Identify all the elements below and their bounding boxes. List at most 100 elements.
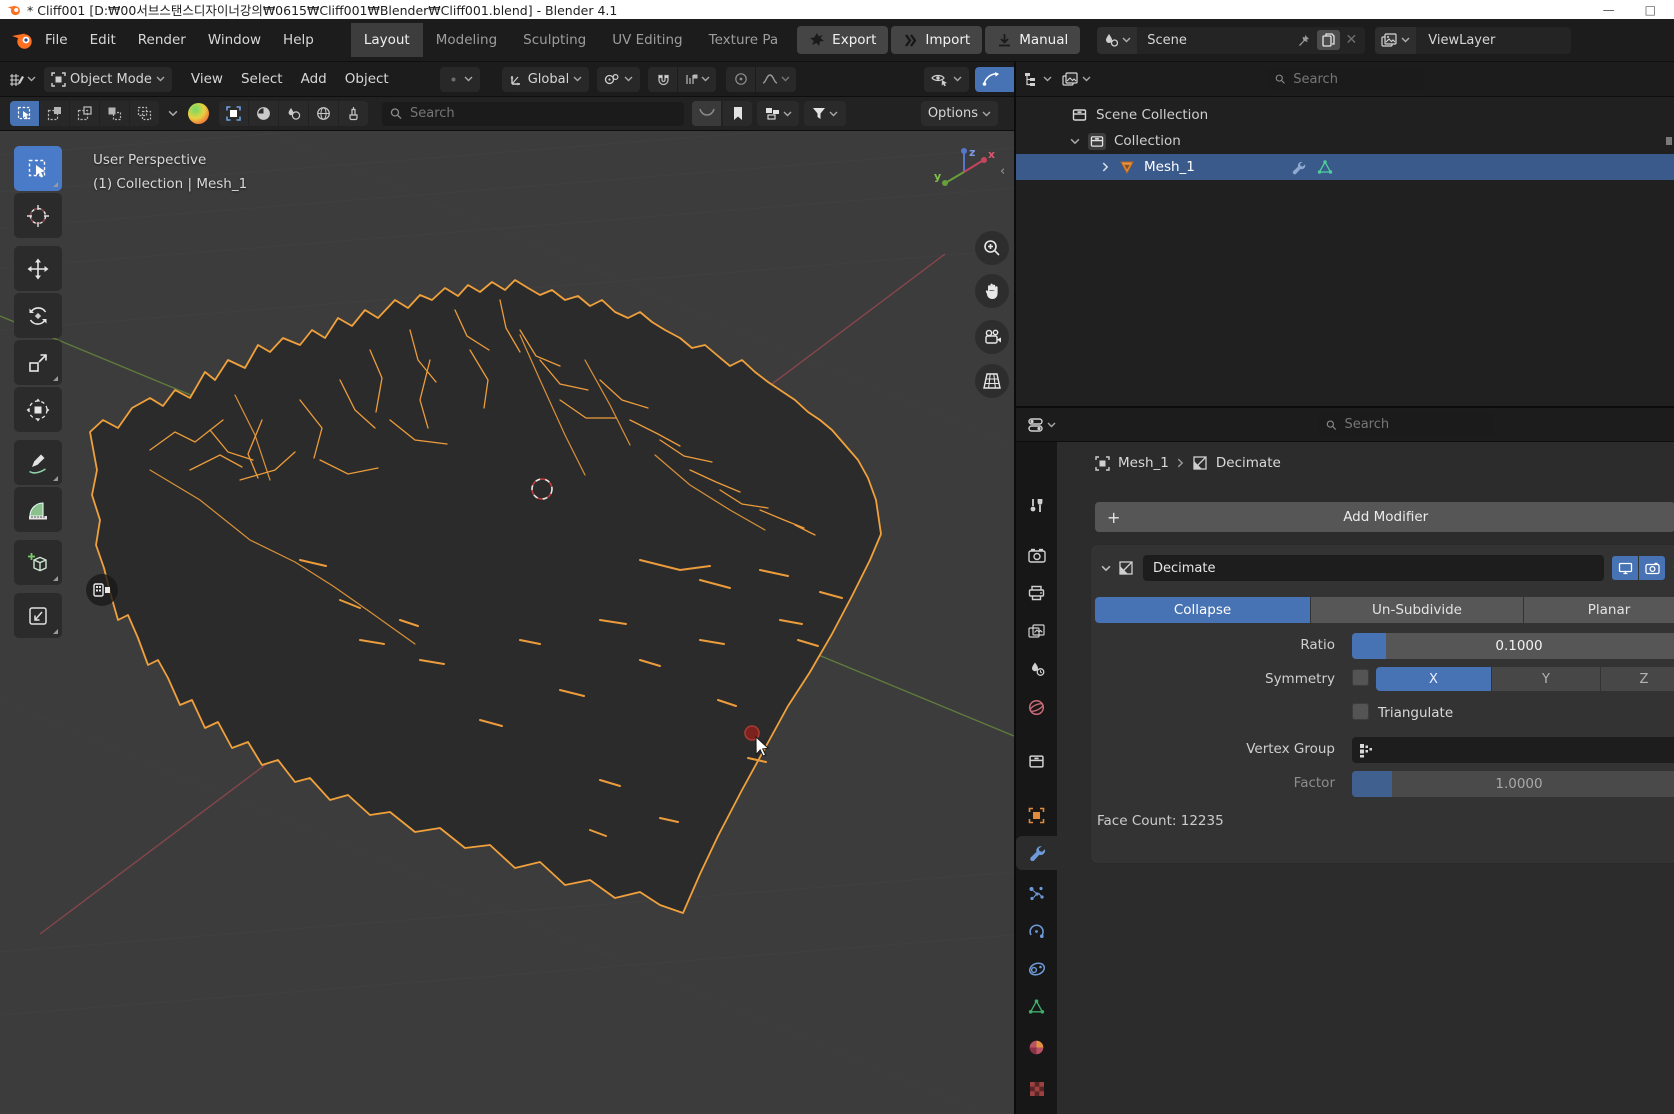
vertex-group-field[interactable] [1352,737,1674,763]
options-dropdown[interactable]: Options [921,101,998,126]
tool-options-chevron-icon[interactable] [168,110,178,117]
viewlayer-dropdown[interactable] [1375,27,1416,54]
mode-dropdown[interactable]: Object Mode [44,67,172,92]
show-in-viewport-toggle[interactable] [1612,556,1638,580]
axis-x-button[interactable]: X [1376,667,1491,691]
search-input[interactable] [408,105,676,122]
pin-icon[interactable] [1296,33,1311,48]
tool-cursor[interactable] [14,193,62,238]
collection-visibility-dropdown[interactable] [757,101,799,126]
zoom-button[interactable] [975,231,1009,265]
modifier-name-field[interactable]: Decimate [1143,555,1604,581]
outliner-search-input[interactable] [1291,71,1415,88]
outliner-editor-type-button[interactable] [1024,72,1052,87]
tab-world[interactable] [1016,690,1057,724]
panel-expand-chevron-icon[interactable] [1101,565,1111,572]
snap-target-dropdown[interactable] [678,67,716,92]
tab-constraints[interactable] [1016,952,1057,986]
menu-help[interactable]: Help [272,26,325,54]
tool-annotate[interactable] [14,440,62,485]
new-scene-button[interactable] [1317,30,1340,50]
region-collapse-arrow[interactable]: ‹ [1000,164,1005,179]
tool-scale[interactable] [14,340,62,385]
screencast-keys-widget[interactable] [86,574,118,606]
tab-output[interactable] [1016,576,1057,610]
mesh-label[interactable]: Mesh_1 [1144,159,1195,175]
select-mode-invert[interactable] [100,101,129,126]
factor-slider[interactable]: 1.0000 [1352,771,1674,797]
tab-collapse[interactable]: Collapse [1095,597,1310,623]
collection-label[interactable]: Collection [1114,133,1181,149]
editor-type-button[interactable] [8,71,36,88]
ortho-toggle-button[interactable] [975,364,1009,398]
tab-collection[interactable] [1016,744,1057,778]
properties-search[interactable] [1318,413,1494,436]
visibility-dropdown[interactable] [924,67,969,92]
tab-physics[interactable] [1016,914,1057,948]
select-mode-set[interactable] [10,101,39,126]
tool-rotate[interactable] [14,293,62,338]
menu-object[interactable]: Object [336,71,398,87]
snap-toggle[interactable] [648,67,677,92]
navigation-gizmo[interactable]: z x y [934,146,995,186]
curve-falloff-icon[interactable] [692,101,721,126]
tab-planar[interactable]: Planar [1524,597,1674,623]
tab-object[interactable] [1016,798,1057,832]
tool-add-cube[interactable] [14,540,62,585]
outliner-search[interactable] [1267,68,1423,90]
tab-tool[interactable] [1016,488,1057,522]
tab-modifiers[interactable] [1016,836,1057,870]
workspace-tab-sculpting[interactable]: Sculpting [510,23,599,57]
manual-button[interactable]: Manual [985,26,1080,54]
import-button[interactable]: Import [891,26,982,54]
select-mode-extend[interactable] [40,101,69,126]
collapse-chevron-icon[interactable] [1102,162,1109,172]
filter-dropdown[interactable] [804,101,846,126]
material-preview-icon[interactable] [279,101,308,126]
menu-window[interactable]: Window [197,26,272,54]
breadcrumb-modifier[interactable]: Decimate [1216,455,1281,471]
tab-render[interactable] [1016,538,1057,572]
axis-z-button[interactable]: Z [1601,667,1674,691]
symmetry-checkbox[interactable] [1352,669,1369,686]
outliner-row-collection[interactable]: Collection [1016,128,1674,154]
matcap-preview-icon[interactable] [188,103,209,124]
workspace-tab-uv-editing[interactable]: UV Editing [599,23,695,57]
ratio-slider[interactable]: 0.1000 [1352,633,1674,659]
transform-orientation-dropdown[interactable]: Global [502,67,589,92]
add-modifier-button[interactable]: + Add Modifier [1095,502,1674,532]
scene-name[interactable]: Scene [1137,33,1295,48]
maximize-button[interactable]: □ [1645,3,1656,17]
bookmark-button[interactable] [723,101,752,126]
tab-view-layer[interactable] [1016,614,1057,648]
tab-texture[interactable] [1016,1072,1057,1106]
viewport-3d[interactable]: z x y ‹ User Perspective (1) Collection … [0,131,1014,1114]
tab-particles[interactable] [1016,876,1057,910]
show-in-render-toggle[interactable] [1639,556,1665,580]
tool-extra[interactable] [14,593,62,638]
breadcrumb-object[interactable]: Mesh_1 [1118,455,1169,471]
outliner-row-scene-collection[interactable]: Scene Collection [1016,102,1674,128]
proportional-edit-toggle[interactable] [726,67,755,92]
expand-chevron-icon[interactable] [1070,138,1080,145]
properties-search-input[interactable] [1342,416,1486,433]
menu-view[interactable]: View [182,71,232,87]
axis-y-button[interactable]: Y [1492,667,1600,691]
tool-select-box[interactable] [14,146,62,191]
tool-transform[interactable] [14,387,62,432]
outliner-display-mode-dropdown[interactable] [1062,72,1091,87]
scene-datablock-dropdown[interactable] [1097,27,1137,54]
workspace-tab-layout[interactable]: Layout [351,23,423,57]
scene-collection-label[interactable]: Scene Collection [1096,107,1208,123]
workspace-tab-texture-paint[interactable]: Texture Pa [696,23,792,57]
triangulate-checkbox[interactable] [1352,703,1369,720]
menu-edit[interactable]: Edit [79,26,127,54]
menu-render[interactable]: Render [127,26,197,54]
menu-add[interactable]: Add [292,71,336,87]
export-button[interactable]: Export [797,26,888,54]
menu-select[interactable]: Select [232,71,292,87]
gizmo-toggle[interactable] [975,67,1014,92]
minimize-button[interactable]: — [1603,3,1615,17]
tab-object-data[interactable] [1016,990,1057,1024]
pan-button[interactable] [975,274,1009,308]
